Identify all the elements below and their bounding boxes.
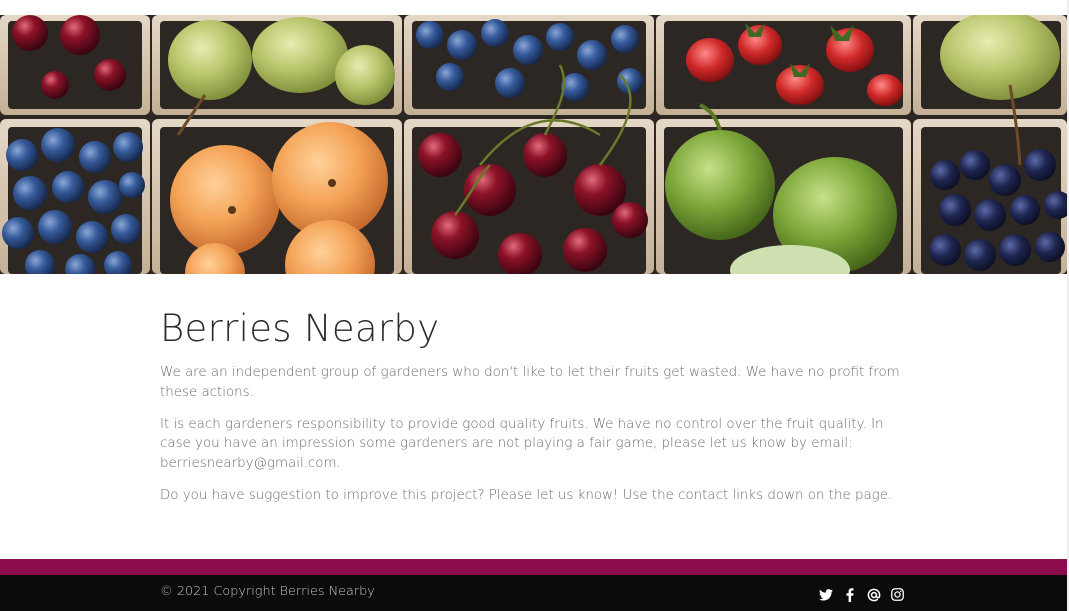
accent-strip bbox=[0, 559, 1067, 575]
suggestion-paragraph: Do you have suggestion to improve this p… bbox=[160, 488, 893, 504]
footer: © 2021 Copyright Berries Nearby bbox=[0, 575, 1067, 611]
top-bar bbox=[0, 0, 1069, 15]
about-section: Berries Nearby We are an independent gro… bbox=[160, 306, 908, 518]
facebook-icon[interactable] bbox=[842, 587, 857, 602]
page-title: Berries Nearby bbox=[160, 307, 440, 350]
hero-banner-image bbox=[0, 15, 1067, 274]
responsibility-paragraph: It is each gardeners responsibility to p… bbox=[160, 416, 884, 471]
social-links bbox=[818, 587, 905, 602]
intro-paragraph: We are an independent group of gardeners… bbox=[160, 365, 900, 400]
twitter-icon[interactable] bbox=[818, 587, 833, 602]
instagram-icon[interactable] bbox=[890, 587, 905, 602]
email-at-icon[interactable] bbox=[866, 587, 881, 602]
copyright-text: © 2021 Copyright Berries Nearby bbox=[160, 584, 375, 599]
